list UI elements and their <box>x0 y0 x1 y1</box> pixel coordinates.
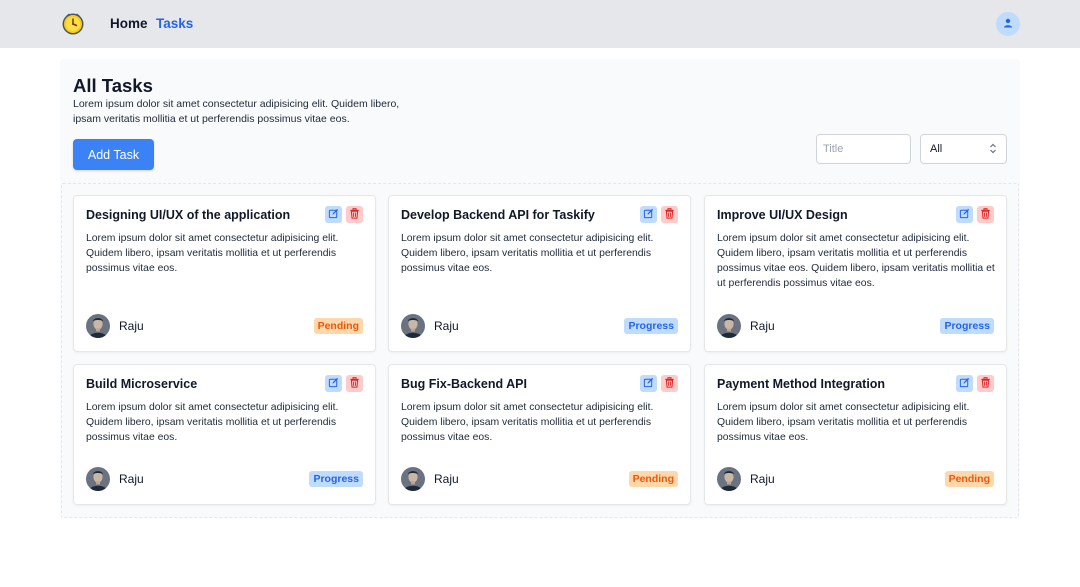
avatar <box>717 314 741 338</box>
task-footer: Raju Pending <box>717 467 994 491</box>
nav-home-link[interactable]: Home <box>110 16 148 32</box>
edit-task-button[interactable] <box>956 375 973 392</box>
task-footer: Raju Progress <box>86 467 363 491</box>
trash-icon <box>349 206 360 224</box>
task-assignee: Raju <box>401 314 459 338</box>
delete-task-button[interactable] <box>661 375 678 392</box>
task-description: Lorem ipsum dolor sit amet consectetur a… <box>401 402 654 443</box>
page-title: All Tasks <box>73 75 153 96</box>
chevron-up-down-icon <box>989 143 997 156</box>
assignee-name: Raju <box>750 319 775 333</box>
avatar <box>86 314 110 338</box>
status-badge: Progress <box>940 318 994 334</box>
task-description: Lorem ipsum dolor sit amet consectetur a… <box>86 233 339 274</box>
task-description: Lorem ipsum dolor sit amet consectetur a… <box>401 233 654 274</box>
task-card[interactable]: Bug Fix-Backend API Lorem ipsum dolor sit… <box>388 364 691 505</box>
delete-task-button[interactable] <box>346 375 363 392</box>
assignee-name: Raju <box>434 319 459 333</box>
edit-task-button[interactable] <box>956 206 973 223</box>
task-footer: Raju Progress <box>401 314 678 338</box>
page-description: Lorem ipsum dolor sit amet consectetur a… <box>73 98 400 125</box>
task-description: Lorem ipsum dolor sit amet consectetur a… <box>86 402 339 443</box>
assignee-name: Raju <box>119 472 144 486</box>
status-filter-select[interactable]: All <box>920 134 1007 164</box>
assignee-name: Raju <box>119 319 144 333</box>
delete-task-button[interactable] <box>977 375 994 392</box>
status-badge: Pending <box>313 318 363 334</box>
status-badge: Progress <box>309 471 363 487</box>
task-card[interactable]: Designing UI/UX of the application Lorem … <box>73 195 376 352</box>
avatar <box>401 314 425 338</box>
task-assignee: Raju <box>86 314 144 338</box>
user-icon <box>1003 15 1013 33</box>
delete-task-button[interactable] <box>346 206 363 223</box>
edit-task-button[interactable] <box>640 375 657 392</box>
task-title: Develop Backend API for Taskify <box>401 208 595 222</box>
trash-icon <box>664 375 675 393</box>
assignee-name: Raju <box>750 472 775 486</box>
status-filter-value: All <box>930 143 943 155</box>
trash-icon <box>980 206 991 224</box>
task-card[interactable]: Build Microservice Lorem ipsum dolor sit … <box>73 364 376 505</box>
edit-task-button[interactable] <box>325 206 342 223</box>
task-assignee: Raju <box>401 467 459 491</box>
task-card[interactable]: Payment Method Integration Lorem ipsum do… <box>704 364 1007 505</box>
trash-icon <box>980 375 991 393</box>
task-title: Build Microservice <box>86 377 198 391</box>
status-badge: Progress <box>624 318 678 334</box>
avatar <box>86 467 110 491</box>
trash-icon <box>349 375 360 393</box>
title-filter-input[interactable] <box>816 134 911 164</box>
task-title: Bug Fix-Backend API <box>401 377 527 391</box>
task-assignee: Raju <box>86 467 144 491</box>
status-badge: Pending <box>628 471 678 487</box>
status-badge: Pending <box>944 471 994 487</box>
trash-icon <box>664 206 675 224</box>
user-menu-button[interactable] <box>996 12 1020 36</box>
edit-icon <box>643 206 654 224</box>
task-title: Designing UI/UX of the application <box>86 208 291 222</box>
edit-icon <box>959 206 970 224</box>
task-description: Lorem ipsum dolor sit amet consectetur a… <box>717 402 970 443</box>
nav-tasks-link[interactable]: Tasks <box>156 16 193 32</box>
avatar <box>401 467 425 491</box>
edit-icon <box>643 375 654 393</box>
edit-task-button[interactable] <box>640 206 657 223</box>
assignee-name: Raju <box>434 472 459 486</box>
task-description: Lorem ipsum dolor sit amet consectetur a… <box>717 233 995 289</box>
task-footer: Raju Pending <box>401 467 678 491</box>
edit-icon <box>328 206 339 224</box>
task-title: Payment Method Integration <box>717 377 886 391</box>
delete-task-button[interactable] <box>661 206 678 223</box>
avatar <box>717 467 741 491</box>
task-assignee: Raju <box>717 314 775 338</box>
edit-icon <box>959 375 970 393</box>
task-footer: Raju Pending <box>86 314 363 338</box>
edit-task-button[interactable] <box>325 375 342 392</box>
edit-icon <box>328 375 339 393</box>
task-card[interactable]: Improve UI/UX Design Lorem ipsum dolor si… <box>704 195 1007 352</box>
task-title: Improve UI/UX Design <box>717 208 848 222</box>
add-task-button[interactable]: Add Task <box>73 139 154 170</box>
top-navbar: Home Tasks <box>0 0 1080 48</box>
clock-logo-icon[interactable] <box>61 11 85 35</box>
task-card[interactable]: Develop Backend API for Taskify Lorem ips… <box>388 195 691 352</box>
delete-task-button[interactable] <box>977 206 994 223</box>
task-assignee: Raju <box>717 467 775 491</box>
task-footer: Raju Progress <box>717 314 994 338</box>
